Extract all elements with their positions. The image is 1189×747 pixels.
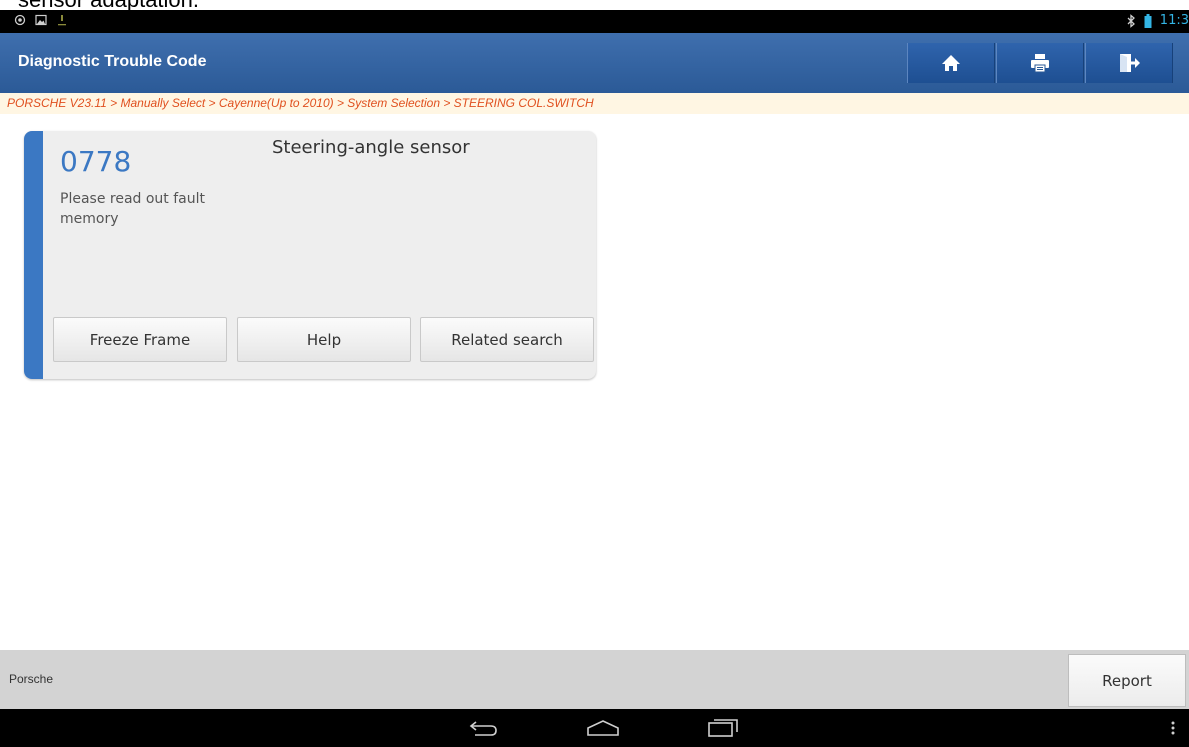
home-nav-button[interactable] — [585, 716, 621, 740]
back-icon — [469, 721, 497, 736]
location-icon — [14, 14, 26, 26]
screen: sensor adaptation. 11 — [0, 0, 1189, 747]
dtc-card-accent — [24, 131, 43, 379]
report-button[interactable]: Report — [1068, 654, 1186, 707]
breadcrumb-path: PORSCHE V23.11 > Manually Select > Cayen… — [7, 96, 594, 110]
exit-icon — [1120, 54, 1140, 72]
overflow-menu-icon — [1171, 721, 1175, 735]
breadcrumb: PORSCHE V23.11 > Manually Select > Cayen… — [0, 93, 1189, 114]
print-button[interactable] — [996, 43, 1084, 83]
home-button[interactable] — [907, 43, 995, 83]
app-header: Diagnostic Trouble Code — [0, 33, 1189, 93]
help-button[interactable]: Help — [237, 317, 411, 362]
home-icon — [942, 55, 960, 71]
exit-button[interactable] — [1085, 43, 1173, 83]
overflow-menu-button[interactable] — [1165, 716, 1181, 740]
related-search-button[interactable]: Related search — [420, 317, 594, 362]
home-nav-icon — [587, 720, 619, 736]
dtc-description: Please read out fault memory — [60, 191, 205, 227]
document-caption: sensor adaptation. — [0, 0, 1189, 10]
freeze-frame-button[interactable]: Freeze Frame — [53, 317, 227, 362]
image-icon — [35, 14, 47, 26]
dtc-name: Steering-angle sensor — [272, 137, 470, 158]
battery-icon — [1144, 13, 1152, 28]
recent-apps-button[interactable] — [705, 716, 741, 740]
caption-text: sensor adaptation. — [18, 0, 199, 10]
back-button[interactable] — [465, 716, 501, 740]
recent-apps-icon — [708, 719, 738, 737]
android-nav-bar — [0, 709, 1189, 747]
dtc-code: 0778 — [60, 145, 132, 178]
print-icon — [1031, 54, 1049, 73]
bluetooth-icon — [1127, 13, 1135, 28]
status-bar: 11:3 — [0, 10, 1189, 33]
download-icon — [58, 15, 66, 26]
status-time: 11:3 — [1159, 13, 1189, 28]
bottom-bar: Porsche Report — [0, 650, 1189, 709]
dtc-card: 0778 Please read out fault memory Steeri… — [24, 131, 596, 379]
page-title: Diagnostic Trouble Code — [18, 53, 207, 70]
vehicle-brand: Porsche — [9, 672, 54, 686]
